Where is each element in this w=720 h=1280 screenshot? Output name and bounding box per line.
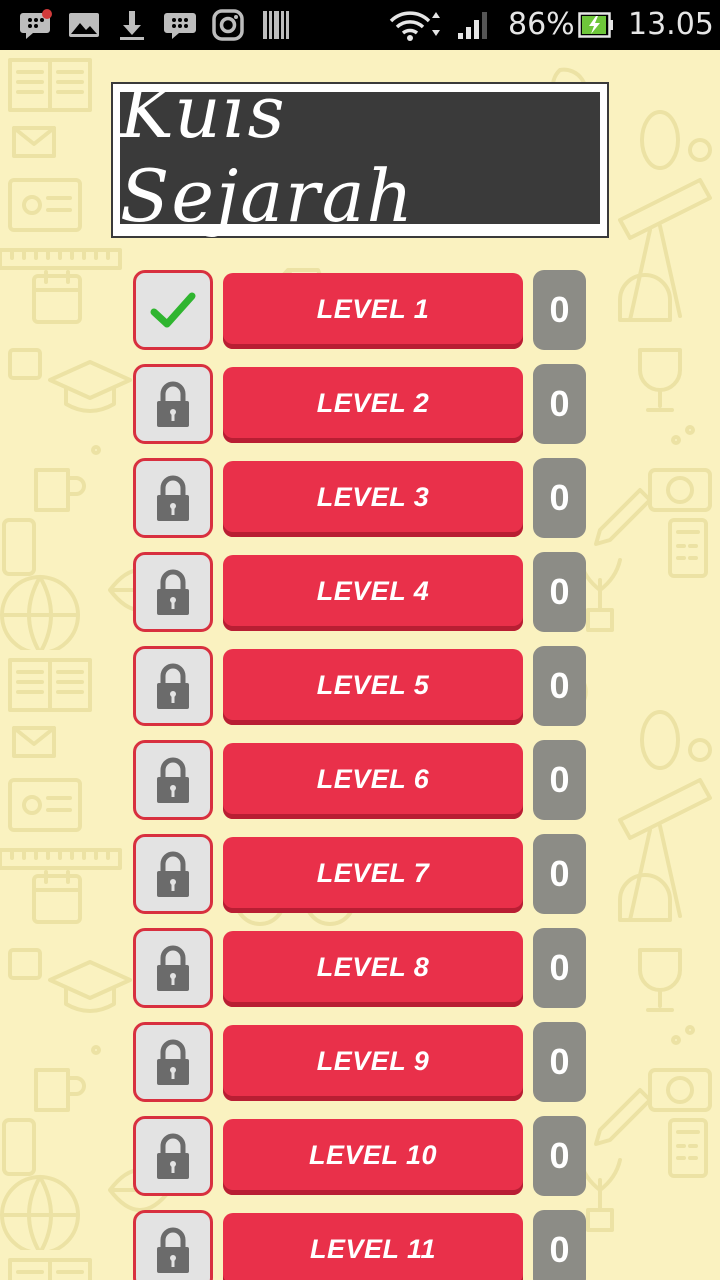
level-row: LEVEL 30: [0, 458, 720, 538]
bbm-icon: [164, 8, 198, 42]
level-row: LEVEL 70: [0, 834, 720, 914]
chalkboard: Kuis Sejarah: [120, 70, 600, 238]
locked-status: [133, 364, 213, 444]
level-button[interactable]: LEVEL 3: [223, 461, 523, 537]
barcode-icon: [262, 8, 290, 42]
lock-icon: [154, 850, 192, 898]
level-row: LEVEL 20: [0, 364, 720, 444]
lock-icon: [154, 1132, 192, 1180]
lock-icon: [154, 756, 192, 804]
battery-charging-icon: [578, 8, 614, 42]
wifi-icon: [388, 8, 442, 42]
locked-status: [133, 646, 213, 726]
lock-icon: [154, 1038, 192, 1086]
level-score: 0: [533, 270, 586, 350]
level-button[interactable]: LEVEL 6: [223, 743, 523, 819]
lock-icon: [154, 474, 192, 522]
level-button[interactable]: LEVEL 5: [223, 649, 523, 725]
locked-status: [133, 740, 213, 820]
instagram-icon: [212, 8, 244, 42]
level-button[interactable]: LEVEL 8: [223, 931, 523, 1007]
locked-status: [133, 552, 213, 632]
lock-icon: [154, 662, 192, 710]
level-row: LEVEL 60: [0, 740, 720, 820]
level-score: 0: [533, 834, 586, 914]
clock: 13.05: [628, 7, 714, 42]
locked-status: [133, 1116, 213, 1196]
locked-status: [133, 928, 213, 1008]
gallery-icon: [68, 8, 100, 42]
locked-status: [133, 1210, 213, 1280]
level-row: LEVEL 50: [0, 646, 720, 726]
level-button[interactable]: LEVEL 2: [223, 367, 523, 443]
level-score: 0: [533, 458, 586, 538]
level-score: 0: [533, 364, 586, 444]
level-button[interactable]: LEVEL 7: [223, 837, 523, 913]
lock-icon: [154, 568, 192, 616]
app-title: Kuis Sejarah: [120, 70, 415, 238]
locked-status: [133, 834, 213, 914]
level-row: LEVEL 90: [0, 1022, 720, 1102]
level-score: 0: [533, 1022, 586, 1102]
download-icon: [118, 8, 146, 42]
status-bar: 86% 13.05: [0, 0, 720, 50]
level-row: LEVEL 10: [0, 270, 720, 350]
title-board: Kuis Sejarah: [111, 70, 609, 238]
lock-icon: [154, 1226, 192, 1274]
lock-icon: [154, 944, 192, 992]
locked-status: [133, 1022, 213, 1102]
level-score: 0: [533, 1210, 586, 1280]
bbm-notification-icon: [20, 8, 54, 42]
signal-icon: [456, 8, 492, 42]
level-score: 0: [533, 928, 586, 1008]
level-button[interactable]: LEVEL 11: [223, 1213, 523, 1280]
level-button[interactable]: LEVEL 4: [223, 555, 523, 631]
level-row: LEVEL 80: [0, 928, 720, 1008]
level-row: LEVEL 40: [0, 552, 720, 632]
lock-icon: [154, 380, 192, 428]
level-score: 0: [533, 740, 586, 820]
level-score: 0: [533, 646, 586, 726]
level-button[interactable]: LEVEL 10: [223, 1119, 523, 1195]
locked-status: [133, 458, 213, 538]
level-button[interactable]: LEVEL 1: [223, 273, 523, 349]
level-score: 0: [533, 552, 586, 632]
level-row: LEVEL 11 0: [0, 1210, 720, 1280]
level-score: 0: [533, 1116, 586, 1196]
level-row: LEVEL 10 0: [0, 1116, 720, 1196]
check-icon: [150, 290, 196, 330]
battery-percent: 86%: [508, 7, 575, 42]
level-button[interactable]: LEVEL 9: [223, 1025, 523, 1101]
completed-status: [133, 270, 213, 350]
